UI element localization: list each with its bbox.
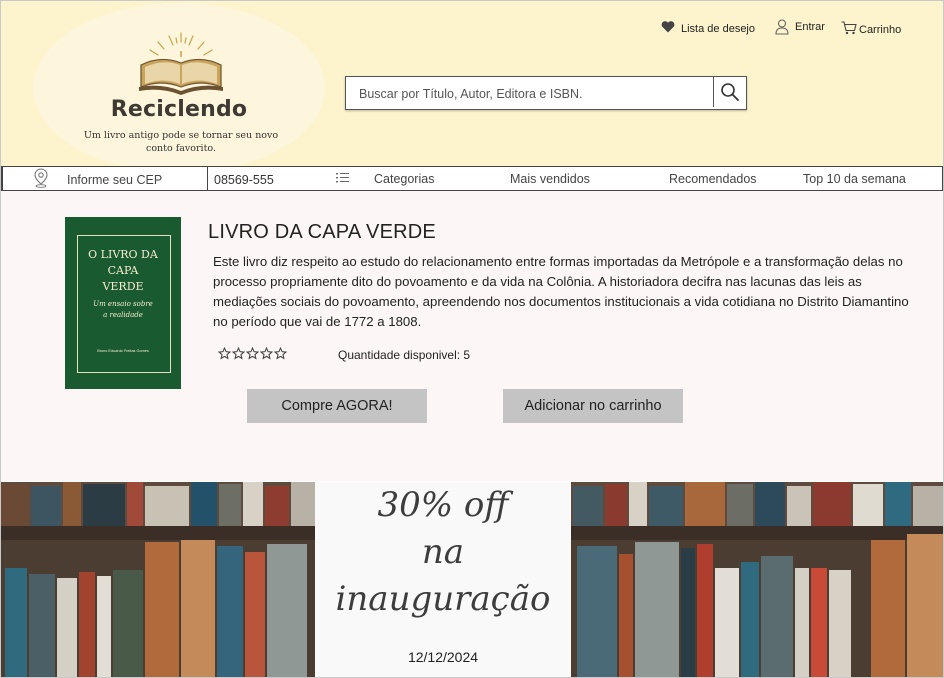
bookshelf-image-left xyxy=(1,482,315,677)
list-icon xyxy=(336,173,349,183)
star-icon[interactable] xyxy=(232,347,245,360)
bookshelf-image-right xyxy=(571,482,943,677)
add-to-cart-button[interactable]: Adicionar no carrinho xyxy=(503,389,683,423)
login-link[interactable]: Entrar xyxy=(775,19,825,35)
book-description: Este livro diz respeito ao estudo do rel… xyxy=(213,254,909,329)
book-title: LIVRO DA CAPA VERDE xyxy=(208,221,436,243)
wishlist-link[interactable]: Lista de desejo xyxy=(661,21,755,35)
cep-field[interactable]: Informe seu CEP xyxy=(2,166,208,191)
buy-now-button[interactable]: Compre AGORA! xyxy=(247,389,427,423)
promo-line: 30% off xyxy=(377,485,509,525)
promo-date: 12/12/2024 xyxy=(407,649,479,665)
star-icon[interactable] xyxy=(260,347,273,360)
cover-title-line: CAPA xyxy=(107,264,139,277)
nav-categories[interactable]: Categorias xyxy=(374,172,434,186)
wishlist-label: Lista de desejo xyxy=(681,23,755,35)
search-bar xyxy=(345,76,747,110)
cover-title: O LIVRO DA CAPA VERDE xyxy=(77,247,169,295)
book-cover[interactable]: O LIVRO DA CAPA VERDE Um ensaio sobre a … xyxy=(65,217,181,389)
login-label: Entrar xyxy=(795,21,825,33)
available-quantity: Quantidade disponivel: 5 xyxy=(338,348,471,362)
heart-icon xyxy=(661,21,675,33)
main-nav: Informe seu CEP 08569-555 Categorias Mai… xyxy=(1,166,943,191)
search-icon xyxy=(721,83,739,101)
star-icon[interactable] xyxy=(246,347,259,360)
brand-name[interactable]: Reciclendo xyxy=(34,97,324,122)
cover-subtitle-line: a realidade xyxy=(103,311,143,319)
cover-title-line: O LIVRO DA xyxy=(88,248,158,261)
promo-panel[interactable]: 30% off na inauguração 12/12/2024 xyxy=(315,482,571,677)
cart-link[interactable]: Carrinho xyxy=(841,21,902,36)
star-icon[interactable] xyxy=(274,347,287,360)
bookshelf-illustration xyxy=(571,482,943,677)
product-section: O LIVRO DA CAPA VERDE Um ensaio sobre a … xyxy=(1,191,943,481)
cover-author: Bruno Eduardo Freitas Gomes xyxy=(97,349,149,353)
page: Reciclendo Um livro antigo pode se torna… xyxy=(0,0,944,678)
cover-subtitle-line: Um ensaio sobre xyxy=(93,300,153,308)
open-book-logo-icon[interactable] xyxy=(136,29,226,99)
cover-title-line: VERDE xyxy=(102,280,144,293)
promo-line: inauguração xyxy=(335,579,551,619)
cep-value: 08569-555 xyxy=(214,173,274,187)
search-input[interactable] xyxy=(346,77,701,107)
promo-text: 30% off na inauguração xyxy=(315,482,571,623)
promo-line: na xyxy=(421,532,465,572)
nav-top10[interactable]: Top 10 da semana xyxy=(803,172,906,186)
nav-recommended[interactable]: Recomendados xyxy=(669,172,757,186)
bookshelf-illustration xyxy=(1,482,315,677)
user-icon xyxy=(775,19,789,35)
promo-banner[interactable]: 30% off na inauguração 12/12/2024 xyxy=(1,482,943,677)
star-icon[interactable] xyxy=(218,347,231,360)
search-button[interactable] xyxy=(713,77,746,107)
rating-stars[interactable] xyxy=(218,347,287,360)
cep-label: Informe seu CEP xyxy=(67,173,163,187)
cover-subtitle: Um ensaio sobre a realidade xyxy=(77,299,169,321)
brand-tagline: Um livro antigo pode se tornar seu novo … xyxy=(83,130,279,154)
location-pin-icon xyxy=(34,168,48,188)
nav-best-sellers[interactable]: Mais vendidos xyxy=(510,172,590,186)
top-links: Lista de desejo Entrar Carrinho xyxy=(659,19,939,41)
cart-label: Carrinho xyxy=(859,24,902,36)
cart-icon xyxy=(841,21,857,35)
site-header: Reciclendo Um livro antigo pode se torna… xyxy=(1,1,943,173)
